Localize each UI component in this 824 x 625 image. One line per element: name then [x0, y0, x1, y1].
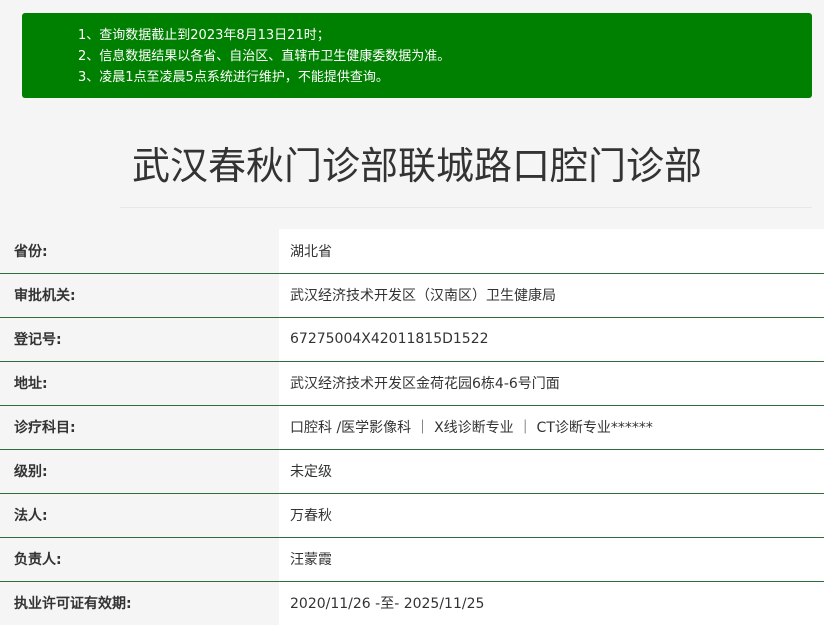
row-value-departments: 口腔科 /医学影像科 ｜ X线诊断专业 ｜ CT诊断专业****** [279, 405, 824, 450]
row-label-address: 地址: [0, 361, 279, 406]
row-value-registration-number: 67275004X42011815D1522 [279, 317, 824, 362]
row-label-license-validity: 执业许可证有效期: [0, 581, 279, 625]
info-table: 省份: 湖北省 审批机关: 武汉经济技术开发区（汉南区）卫生健康局 登记号: 6… [0, 229, 824, 625]
row-value-person-in-charge: 汪蒙霞 [279, 537, 824, 582]
row-value-province: 湖北省 [279, 229, 824, 274]
page-title: 武汉春秋门诊部联城路口腔门诊部 [131, 144, 702, 188]
notice-banner: 1、查询数据截止到2023年8月13日21时； 2、信息数据结果以各省、自治区、… [22, 13, 812, 98]
table-row: 负责人: 汪蒙霞 [0, 537, 824, 582]
table-row: 诊疗科目: 口腔科 /医学影像科 ｜ X线诊断专业 ｜ CT诊断专业****** [0, 405, 824, 450]
table-row: 地址: 武汉经济技术开发区金荷花园6栋4-6号门面 [0, 361, 824, 406]
row-label-province: 省份: [0, 229, 279, 274]
row-value-approval-authority: 武汉经济技术开发区（汉南区）卫生健康局 [279, 273, 824, 318]
row-label-person-in-charge: 负责人: [0, 537, 279, 582]
row-value-license-validity: 2020/11/26 -至- 2025/11/25 [279, 581, 824, 625]
table-row: 审批机关: 武汉经济技术开发区（汉南区）卫生健康局 [0, 273, 824, 318]
notice-line: 1、查询数据截止到2023年8月13日21时； [78, 28, 330, 43]
table-row: 登记号: 67275004X42011815D1522 [0, 317, 824, 362]
row-label-level: 级别: [0, 449, 279, 494]
row-label-approval-authority: 审批机关: [0, 273, 279, 318]
table-row: 执业许可证有效期: 2020/11/26 -至- 2025/11/25 [0, 581, 824, 625]
notice-line: 2、信息数据结果以各省、自治区、直辖市卫生健康委数据为准。 [78, 49, 451, 64]
row-value-level: 未定级 [279, 449, 824, 494]
row-value-address: 武汉经济技术开发区金荷花园6栋4-6号门面 [279, 361, 824, 406]
row-label-departments: 诊疗科目: [0, 405, 279, 450]
notice-line: 3、凌晨1点至凌晨5点系统进行维护，不能提供查询。 [78, 70, 389, 85]
table-row: 省份: 湖北省 [0, 229, 824, 274]
title-divider [120, 207, 812, 208]
row-value-legal-representative: 万春秋 [279, 493, 824, 538]
row-label-registration-number: 登记号: [0, 317, 279, 362]
table-row: 级别: 未定级 [0, 449, 824, 494]
table-row: 法人: 万春秋 [0, 493, 824, 538]
row-label-legal-representative: 法人: [0, 493, 279, 538]
